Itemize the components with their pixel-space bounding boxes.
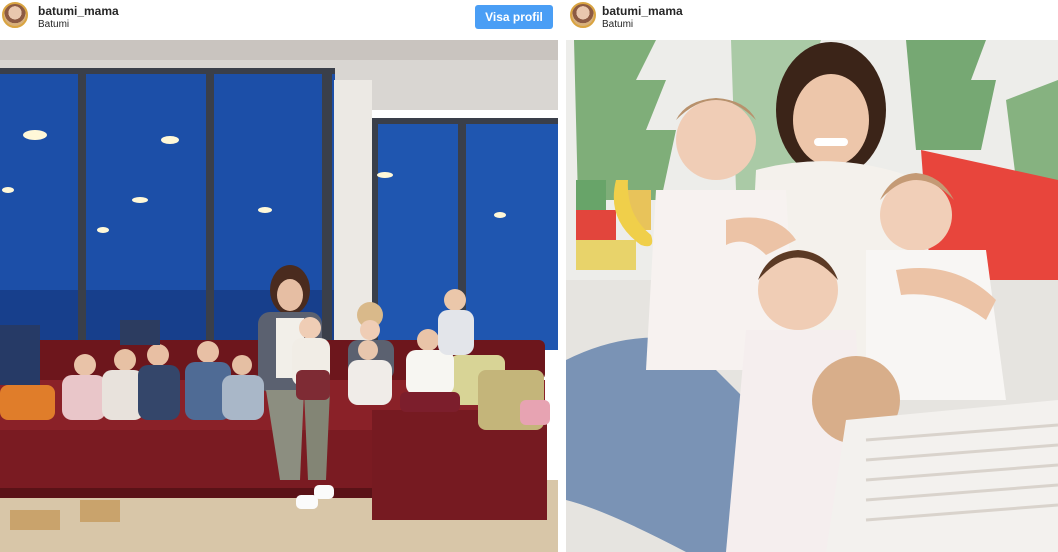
mother-with-four-babies-photo [566, 40, 1058, 552]
username[interactable]: batumi_mama [38, 4, 119, 18]
family-on-red-sofa-photo [0, 40, 558, 552]
post-header: batumi_mama Batumi [566, 0, 1058, 40]
username[interactable]: batumi_mama [602, 4, 683, 18]
instagram-post-left: batumi_mama Batumi Visa profil [0, 0, 558, 552]
profile-avatar[interactable] [570, 2, 596, 28]
post-divider [558, 0, 566, 552]
profile-avatar[interactable] [2, 2, 28, 28]
location[interactable]: Batumi [602, 19, 633, 30]
location[interactable]: Batumi [38, 19, 69, 30]
view-profile-button[interactable]: Visa profil [475, 5, 553, 29]
post-header: batumi_mama Batumi Visa profil [0, 0, 558, 40]
instagram-post-right: batumi_mama Batumi [566, 0, 1058, 552]
